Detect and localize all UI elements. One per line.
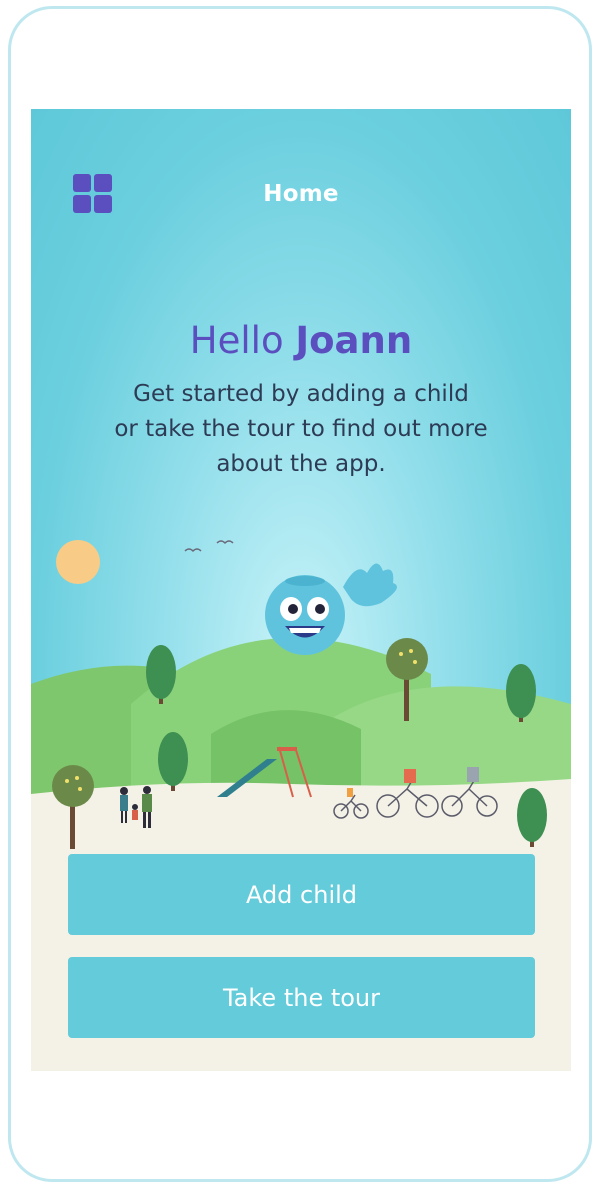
add-child-button[interactable]: Add child [68, 854, 535, 935]
intro-line-1: Get started by adding a child [133, 381, 469, 407]
home-screen: Home Hello Joann Get started by adding a… [31, 109, 571, 1071]
cyclist-adult [467, 767, 479, 782]
intro-line-3: about the app. [216, 451, 386, 477]
cyclist-child [347, 788, 353, 797]
greeting-hello: Hello [189, 319, 284, 362]
bird-icon [216, 540, 234, 545]
take-tour-button[interactable]: Take the tour [68, 957, 535, 1038]
mascot-character [265, 563, 397, 655]
page-title: Home [263, 181, 339, 207]
greeting-heading: Hello Joann [31, 319, 571, 362]
cyclist-adult [404, 769, 416, 783]
user-name: Joann [295, 319, 413, 362]
intro-line-2: or take the tour to find out more [114, 416, 488, 442]
intro-text: Get started by adding a child or take th… [91, 377, 511, 482]
sun-icon [56, 540, 100, 584]
bird-icon [184, 548, 202, 553]
